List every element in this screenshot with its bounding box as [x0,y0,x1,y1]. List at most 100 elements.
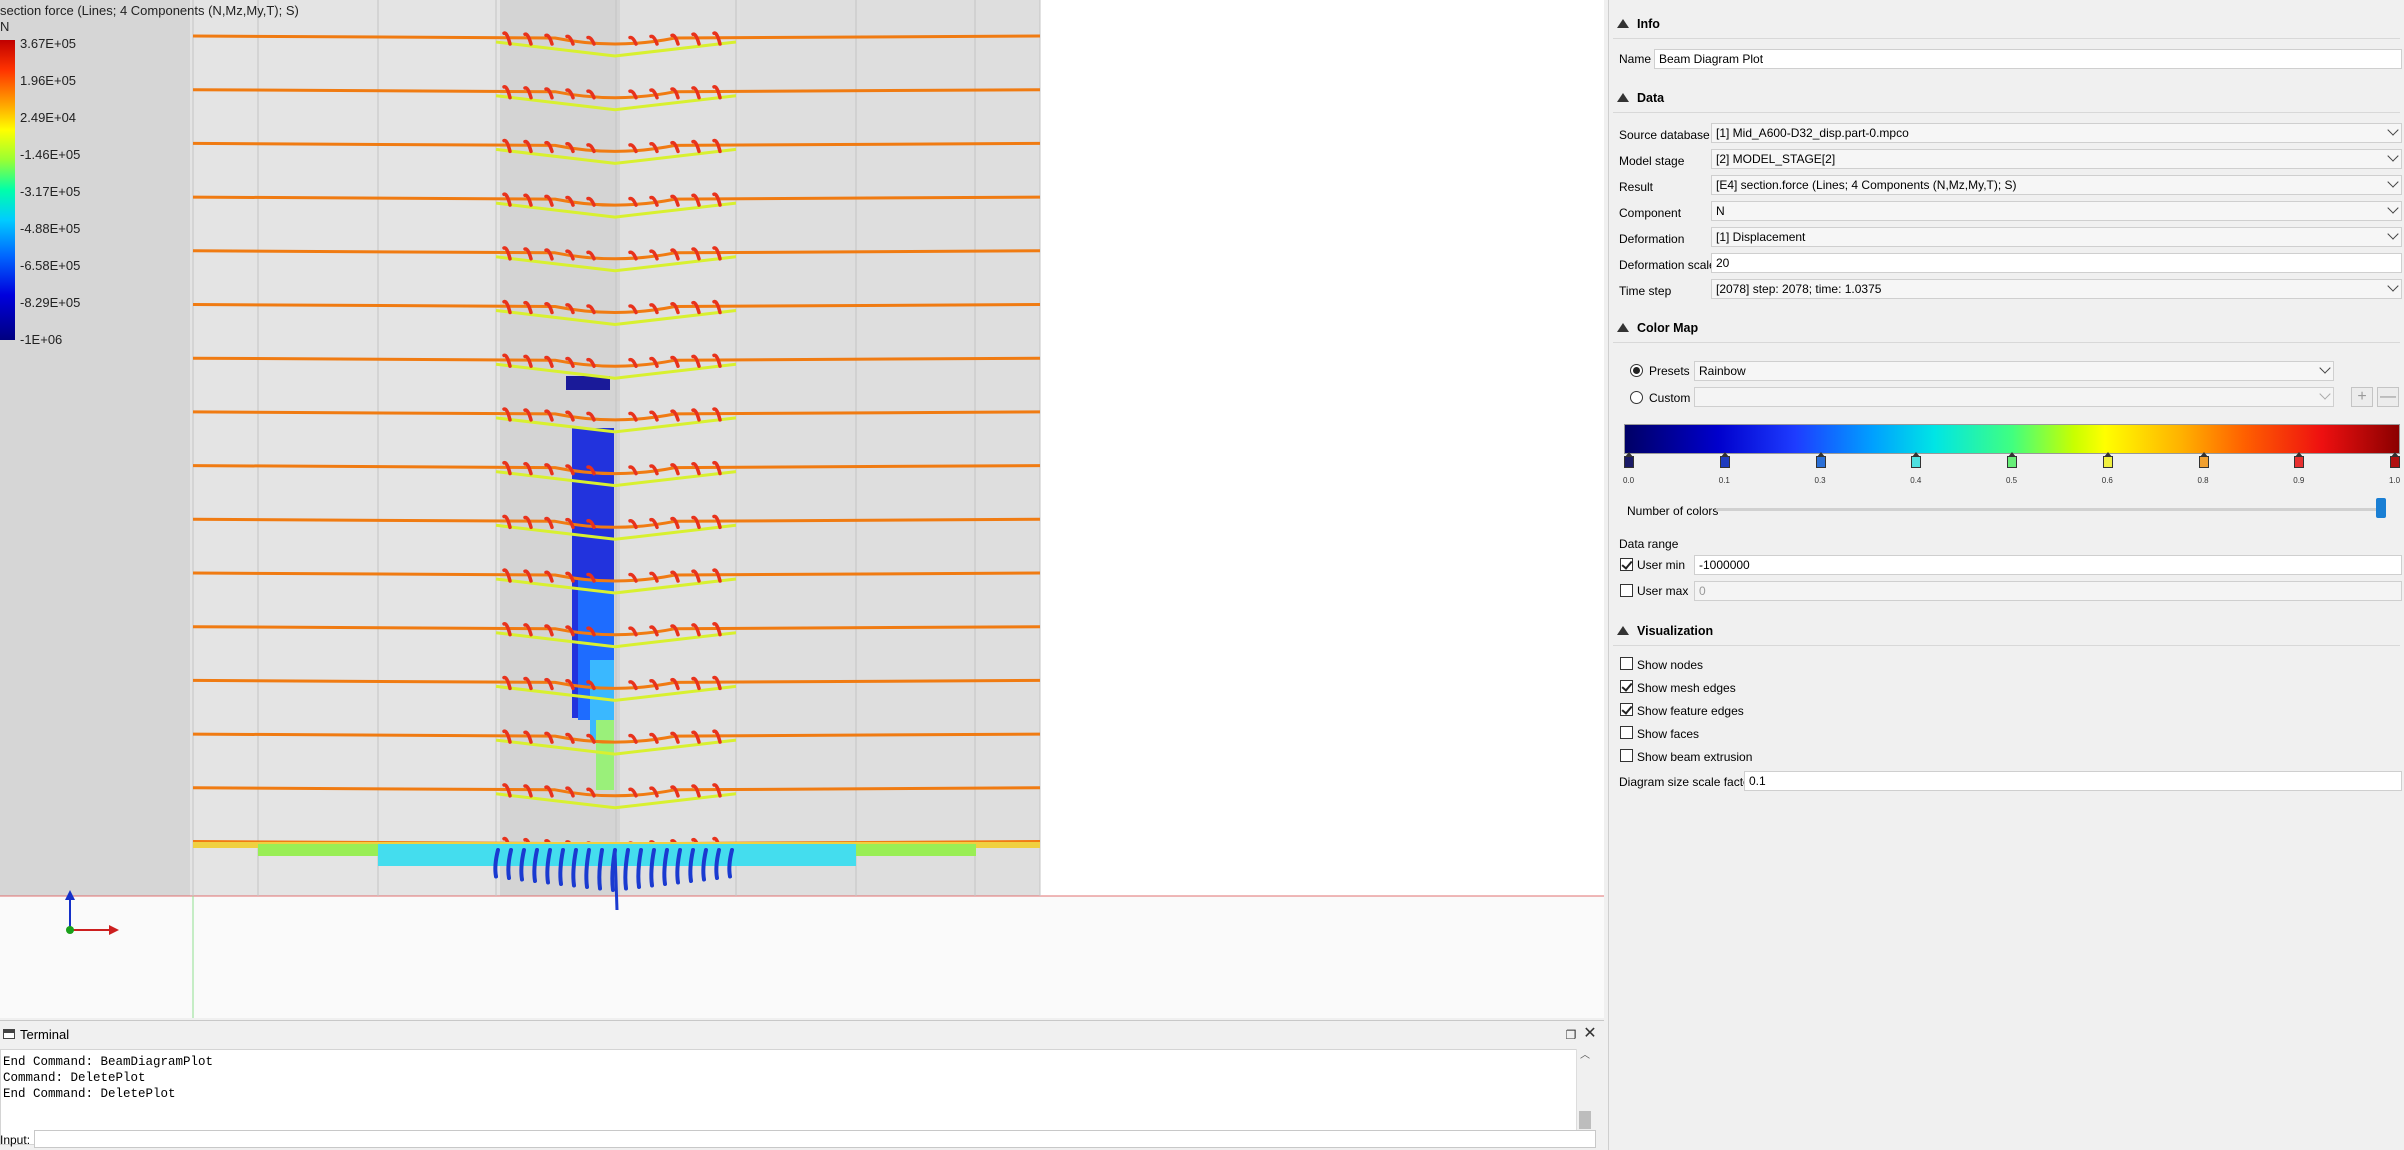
colormap-stop-label: 0.8 [2197,476,2209,485]
colormap-stop-label: 0.5 [2006,476,2018,485]
show-mesh-edges-checkbox[interactable] [1620,680,1633,693]
plot-component: N [0,19,10,34]
collapse-triangle-icon [1617,626,1629,635]
chevron-down-icon [2387,202,2399,214]
colormap-stop-handle[interactable] [2198,452,2209,468]
show-faces-label: Show faces [1637,727,1700,741]
wall-panel-c [620,0,740,896]
data-section-header[interactable]: Data [1617,91,1664,105]
name-field[interactable]: Beam Diagram Plot [1654,49,2402,69]
colormap-section-header[interactable]: Color Map [1617,321,1698,335]
presets-label: Presets [1649,364,1690,378]
plot-title: section force (Lines; 4 Components (N,Mz… [0,3,299,18]
component-select[interactable]: N [1711,201,2402,221]
deformation-label: Deformation [1619,232,1685,246]
colormap-stop-label: 0.4 [1910,476,1922,485]
colormap-gradient-bar [1624,424,2400,454]
colormap-stop-handle[interactable] [1815,452,1826,468]
user-max-field[interactable]: 0 [1694,581,2402,601]
user-min-field[interactable]: -1000000 [1694,555,2402,575]
custom-radio[interactable] [1630,391,1643,404]
show-feature-edges-checkbox[interactable] [1620,703,1633,716]
remove-button[interactable]: — [2377,387,2399,407]
wall-panel-d [740,0,1040,896]
diagram-scale-field[interactable]: 0.1 [1744,771,2402,791]
colormap-stop-handle[interactable] [2294,452,2305,468]
ground-slab-band [258,844,378,856]
terminal-header: Terminal ❐ ✕ [0,1025,1604,1045]
beam-diagram-scene[interactable] [0,0,1604,1018]
model-stage-select[interactable]: [2] MODEL_STAGE[2] [1711,149,2402,169]
show-beam-extrusion-label: Show beam extrusion [1637,750,1753,764]
divider [1613,342,2400,343]
chevron-down-icon [2319,362,2331,374]
show-nodes-checkbox[interactable] [1620,657,1633,670]
time-step-label: Time step [1619,284,1672,298]
colormap-stop-handle[interactable] [2390,452,2400,468]
terminal-icon [3,1029,15,1039]
time-step-select[interactable]: [2078] step: 2078; time: 1.0375 [1711,279,2402,299]
close-icon[interactable]: ✕ [1582,1026,1598,1042]
colormap-stop-label: 0.9 [2293,476,2305,485]
info-section-header[interactable]: Info [1617,17,1660,31]
legend-label: 2.49E+04 [20,110,77,125]
chevron-down-icon [2387,280,2399,292]
terminal-input[interactable] [34,1130,1596,1148]
scrollbar-thumb[interactable] [1579,1111,1591,1129]
custom-label: Custom [1649,391,1691,405]
legend-label: -6.58E+05 [20,258,81,273]
terminal-line: End Command: DeletePlot [3,1087,176,1101]
user-min-checkbox[interactable] [1620,558,1633,571]
number-of-colors-slider-handle[interactable] [2376,498,2386,518]
3d-viewport[interactable]: section force (Lines; 4 Components (N,Mz… [0,0,1604,1018]
colormap-stop-label: 0.1 [1718,476,1730,485]
result-select[interactable]: [E4] section.force (Lines; 4 Components … [1711,175,2402,195]
collapse-triangle-icon [1617,323,1629,332]
wall-left-dark [0,0,190,896]
axis-triad [65,890,119,935]
presets-radio[interactable] [1630,364,1643,377]
result-label: Result [1619,180,1654,194]
show-beam-extrusion-checkbox[interactable] [1620,749,1633,762]
ground-plane [0,896,1604,1018]
colormap-stop-handle[interactable] [1719,452,1730,468]
divider [1613,645,2400,646]
collapse-triangle-icon [1617,19,1629,28]
legend-label: -4.88E+05 [20,221,81,236]
colormap-stop-handle[interactable] [1624,452,1634,468]
colormap-stop-handle[interactable] [2102,452,2113,468]
legend-label: -3.17E+05 [20,184,81,199]
custom-select[interactable] [1694,387,2334,407]
legend-label: 1.96E+05 [20,73,77,88]
colormap-stop-handle[interactable] [1911,452,1922,468]
ground-slab-band [378,844,856,866]
colormap-stop-label: 0.0 [1623,476,1635,485]
colormap-stop-label: 0.3 [1814,476,1826,485]
number-of-colors-slider-track[interactable] [1716,508,2386,511]
chevron-down-icon [2387,228,2399,240]
show-faces-checkbox[interactable] [1620,726,1633,739]
deformation-select[interactable]: [1] Displacement [1711,227,2402,247]
presets-select[interactable]: Rainbow [1694,361,2334,381]
user-max-checkbox[interactable] [1620,584,1633,597]
scroll-up-icon[interactable]: ︿ [1577,1049,1593,1063]
colormap-stop-handle[interactable] [2007,452,2017,468]
legend-label: -8.29E+05 [20,295,81,310]
visualization-section-header[interactable]: Visualization [1617,624,1713,638]
ground-slab-band [856,844,976,856]
base-spike [613,849,619,911]
float-window-icon[interactable]: ❐ [1564,1028,1578,1042]
show-nodes-label: Show nodes [1637,658,1704,672]
component-label: Component [1619,206,1682,220]
input-label: Input: [0,1133,31,1147]
model-stage-label: Model stage [1619,154,1685,168]
source-database-select[interactable]: [1] Mid_A600-D32_disp.part-0.mpco [1711,123,2402,143]
user-max-label: User max [1637,584,1689,598]
divider [1613,38,2400,39]
deformation-scale-field[interactable]: 20 [1711,253,2402,273]
add-button[interactable]: + [2351,387,2373,407]
terminal-line: Command: DeletePlot [3,1071,146,1085]
terminal-input-row: Input: [0,1129,1600,1150]
divider [1613,112,2400,113]
terminal-panel: Terminal ❐ ✕ End Command: BeamDiagramPlo… [0,1020,1604,1150]
